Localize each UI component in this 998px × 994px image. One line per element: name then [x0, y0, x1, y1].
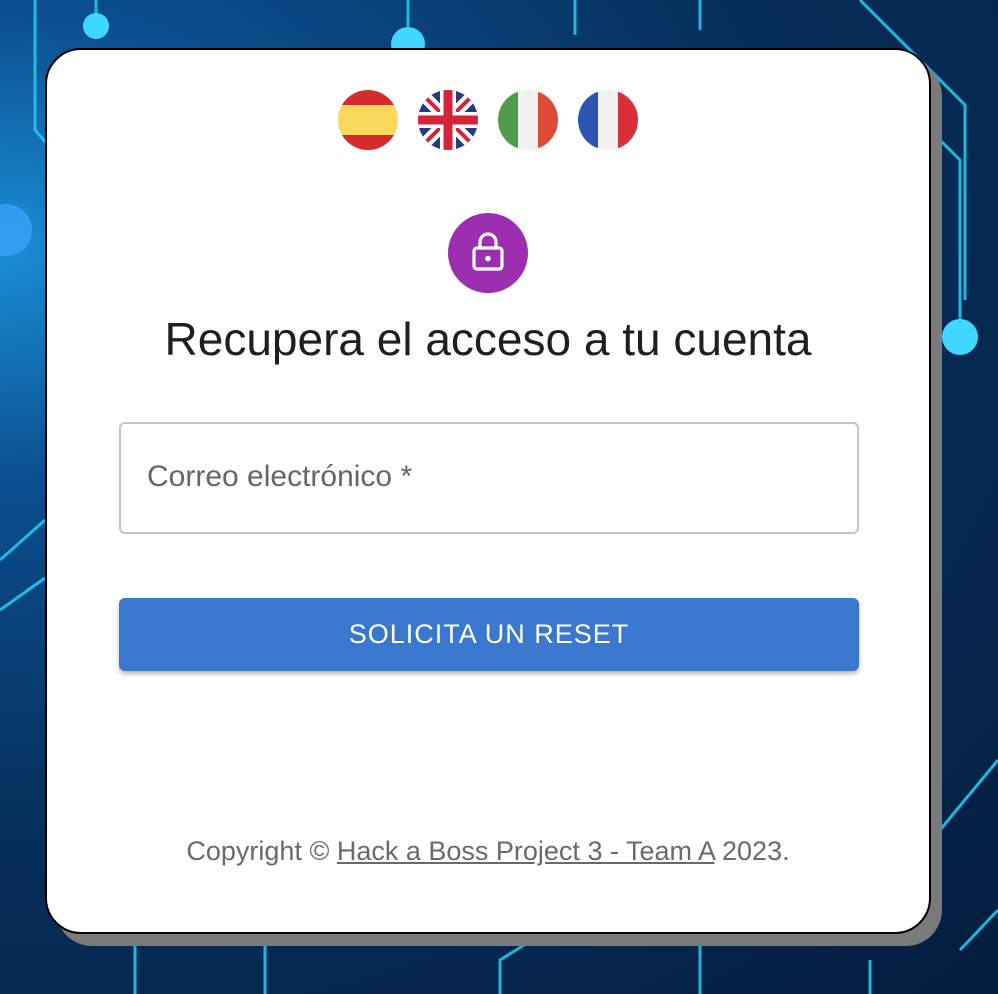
france-flag-icon[interactable] [578, 90, 638, 150]
copyright-footer: Copyright © Hack a Boss Project 3 - Team… [47, 836, 929, 867]
request-reset-button[interactable]: SOLICITA UN RESET [119, 598, 859, 671]
email-field[interactable]: Correo electrónico * [119, 422, 859, 534]
copyright-suffix: 2023. [714, 836, 790, 866]
spain-flag-icon[interactable] [338, 90, 398, 150]
email-input[interactable] [121, 424, 857, 532]
uk-flag-icon[interactable] [418, 90, 478, 150]
page-title: Recupera el acceso a tu cuenta [164, 313, 812, 365]
lock-avatar [448, 213, 528, 293]
reset-password-card: Recupera el acceso a tu cuenta Correo el… [45, 48, 931, 934]
copyright-prefix: Copyright © [186, 836, 337, 866]
italy-flag-icon[interactable] [498, 90, 558, 150]
team-link[interactable]: Hack a Boss Project 3 - Team A [337, 836, 715, 866]
lock-icon [471, 231, 505, 276]
language-selector [47, 90, 929, 150]
